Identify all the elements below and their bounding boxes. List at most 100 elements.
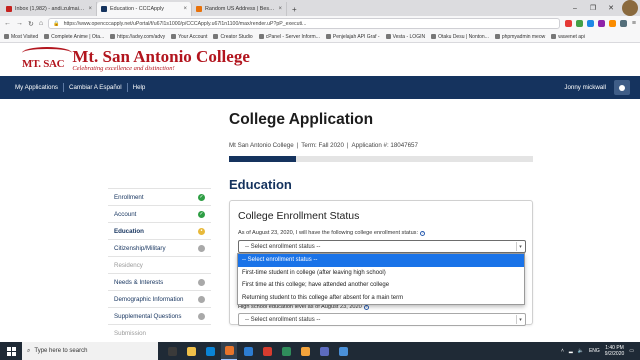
help-icon[interactable]: ? bbox=[420, 230, 426, 236]
enrollment-status-select[interactable]: -- Select enrollment status -- ▾ bbox=[238, 240, 526, 253]
bookmark-item[interactable]: Creator Studio bbox=[213, 34, 253, 40]
pending-icon bbox=[198, 312, 205, 320]
taskbar-app-icon[interactable] bbox=[240, 342, 256, 360]
sidebar-item-submission: Submission bbox=[108, 324, 211, 341]
taskbar-search[interactable]: ⌕ Type here to search bbox=[22, 342, 158, 360]
bookmark-item[interactable]: Complete Anime | Ota... bbox=[44, 34, 104, 40]
network-icon[interactable]: ▂ bbox=[569, 348, 573, 354]
bookmark-item[interactable]: Most Visited bbox=[4, 34, 38, 40]
bookmark-item[interactable]: wavenet api bbox=[551, 34, 585, 40]
pending-icon bbox=[198, 295, 205, 303]
user-menu-button[interactable] bbox=[614, 80, 630, 95]
taskbar-app-icon[interactable] bbox=[297, 342, 313, 360]
lock-icon: 🔒 bbox=[53, 20, 60, 27]
close-window-button[interactable]: ✕ bbox=[602, 4, 620, 12]
bookmark-item[interactable]: https://advy.com/advy bbox=[110, 34, 165, 40]
start-button[interactable] bbox=[0, 346, 22, 356]
dropdown-option[interactable]: First time at this college; have attende… bbox=[238, 279, 524, 292]
bookmark-label: Most Visited bbox=[11, 33, 39, 40]
clock[interactable]: 1:40 PM 9/2/2020 bbox=[605, 345, 624, 357]
nav-my-applications[interactable]: My Applications bbox=[10, 84, 63, 91]
new-tab-button[interactable]: + bbox=[287, 5, 302, 16]
bookmark-item[interactable]: Penjelajah API Graf - bbox=[325, 33, 380, 40]
minimize-button[interactable]: – bbox=[566, 5, 584, 12]
site-header: MT. SAC Mt. San Antonio College Celebrat… bbox=[0, 43, 640, 76]
taskbar-app-icon[interactable] bbox=[335, 342, 351, 360]
search-placeholder: Type here to search bbox=[34, 348, 88, 354]
help-icon[interactable]: ? bbox=[363, 304, 369, 310]
check-icon: ✓ bbox=[198, 193, 205, 201]
menu-icon[interactable]: ≡ bbox=[632, 20, 636, 27]
enrollment-status-dropdown: -- Select enrollment status -- First-time… bbox=[237, 253, 525, 305]
browser-tab[interactable]: Inbox (1,982) - andi.zulmai@g... × bbox=[2, 2, 97, 16]
notifications-icon[interactable]: ▭ bbox=[629, 348, 634, 354]
reload-icon[interactable]: ↻ bbox=[28, 20, 34, 28]
college-logo[interactable]: Mt. San Antonio College Celebrating exce… bbox=[72, 48, 250, 72]
bookmark-label: Penjelajah API Graf - bbox=[332, 33, 380, 40]
sidebar-item-demographic-information[interactable]: Demographic Information bbox=[108, 290, 211, 307]
bookmark-item[interactable]: Otaku Desu | Nonton... bbox=[431, 34, 489, 40]
logo-mark-text: MT. SAC bbox=[22, 57, 65, 70]
progress-bar bbox=[229, 156, 533, 162]
address-bar[interactable]: 🔒 https://www.opencccapply.net/uPortal/f… bbox=[48, 18, 560, 29]
sidebar-item-citizenship-military[interactable]: Citizenship/Military bbox=[108, 239, 211, 256]
nav-help[interactable]: Help bbox=[128, 84, 151, 91]
bookmark-item[interactable]: Your Account bbox=[171, 34, 207, 40]
check-icon: ✓ bbox=[198, 210, 205, 218]
dropdown-option[interactable]: -- Select enrollment status -- bbox=[238, 254, 524, 267]
extension-icon[interactable] bbox=[619, 20, 627, 27]
browser-tab[interactable]: Education - CCCApply × bbox=[97, 2, 192, 16]
sidebar-item-label: Citizenship/Military bbox=[114, 244, 166, 252]
college-logo-mark[interactable]: MT. SAC bbox=[22, 46, 72, 70]
taskbar-app-icon[interactable] bbox=[259, 342, 275, 360]
sidebar-item-label: Residency bbox=[114, 261, 143, 269]
user-name[interactable]: Jonny mickwall bbox=[564, 84, 606, 91]
close-tab-icon[interactable]: × bbox=[183, 6, 187, 12]
maximize-button[interactable]: ❐ bbox=[584, 4, 602, 12]
tab-title: Inbox (1,982) - andi.zulmai@g... bbox=[15, 6, 86, 12]
nav-spanish[interactable]: Cambiar A Español bbox=[64, 84, 127, 91]
browser-tab[interactable]: Random US Address | Best Ra...× bbox=[192, 2, 287, 16]
extension-icon[interactable] bbox=[564, 20, 572, 27]
in-progress-icon: • bbox=[198, 227, 205, 235]
app-icon bbox=[224, 346, 234, 355]
sidebar-item-supplemental-questions[interactable]: Supplemental Questions bbox=[108, 307, 211, 324]
bookmark-label: wavenet api bbox=[558, 33, 585, 40]
sidebar-item-education[interactable]: Education • bbox=[108, 222, 211, 239]
taskbar-app-icon[interactable] bbox=[164, 342, 180, 360]
extension-icon[interactable] bbox=[608, 20, 616, 27]
site-nav: My Applications Cambiar A Español Help J… bbox=[0, 76, 640, 99]
forward-icon[interactable]: → bbox=[16, 20, 23, 27]
dropdown-option[interactable]: First-time student in college (after lea… bbox=[238, 267, 524, 280]
bookmark-item[interactable]: phpmyadmin meow bbox=[494, 34, 545, 40]
bookmark-item[interactable]: Vesta - LOGIN bbox=[385, 34, 425, 40]
sidebar-item-enrollment[interactable]: Enrollment ✓ bbox=[108, 188, 211, 205]
extension-icon[interactable] bbox=[597, 20, 605, 27]
user-icon bbox=[619, 84, 625, 91]
college-name: Mt. San Antonio College bbox=[72, 46, 250, 66]
college-tagline: Celebrating excellence and distinction! bbox=[72, 64, 175, 72]
user-area: Jonny mickwall bbox=[564, 80, 630, 95]
bookmark-item[interactable]: cPanel - Server Inform... bbox=[258, 34, 320, 40]
extension-icon[interactable] bbox=[575, 20, 583, 27]
language-indicator[interactable]: ENG bbox=[589, 348, 600, 354]
dropdown-option[interactable]: Returning student to this college after … bbox=[238, 292, 524, 305]
close-tab-icon[interactable]: × bbox=[88, 6, 92, 12]
taskbar-app-icon[interactable] bbox=[221, 342, 237, 360]
sidebar-item-account[interactable]: Account ✓ bbox=[108, 205, 211, 222]
taskbar-app-icon[interactable] bbox=[202, 342, 218, 360]
windows-icon bbox=[6, 346, 16, 356]
taskbar-app-icon[interactable] bbox=[278, 342, 294, 360]
college-label: Mt San Antonio College bbox=[229, 142, 294, 149]
taskbar-app-icon[interactable] bbox=[183, 342, 199, 360]
home-icon[interactable]: ⌂ bbox=[39, 20, 43, 27]
extension-icon[interactable] bbox=[586, 20, 594, 27]
bookmark-label: Your Account bbox=[178, 33, 208, 40]
taskbar-app-icon[interactable] bbox=[316, 342, 332, 360]
tray-arrow-icon[interactable]: ˄ bbox=[561, 348, 564, 354]
high-school-level-select[interactable]: -- Select enrollment status -- ▾ bbox=[238, 313, 526, 326]
close-tab-icon[interactable]: × bbox=[278, 6, 282, 12]
volume-icon[interactable]: 🔈 bbox=[578, 348, 584, 354]
sidebar-item-needs-interests[interactable]: Needs & Interests bbox=[108, 273, 211, 290]
back-icon[interactable]: ← bbox=[4, 20, 11, 27]
